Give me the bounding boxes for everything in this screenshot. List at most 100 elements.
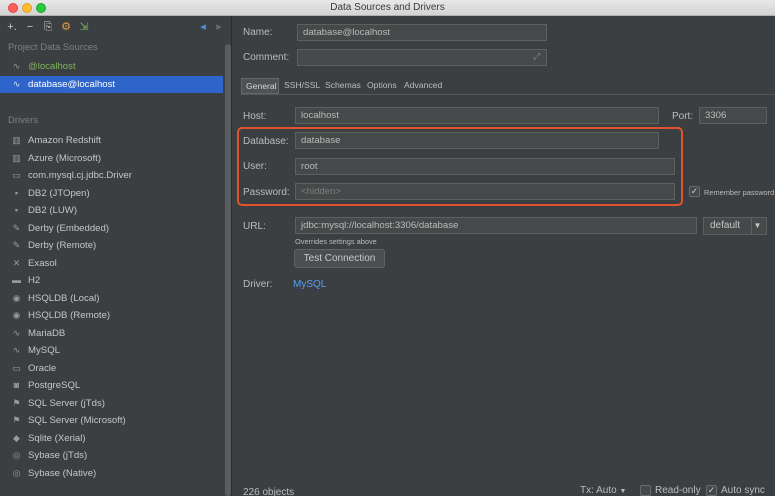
- tab-general[interactable]: General: [241, 78, 279, 94]
- driver-icon: ▪: [14, 187, 19, 198]
- driver-label: SQL Server (jTds): [28, 397, 105, 409]
- tab-advanced[interactable]: Advanced: [400, 78, 444, 94]
- driver-item[interactable]: ◉ HSQLDB (Local): [0, 290, 223, 307]
- chevron-down-icon: ▼: [751, 218, 763, 234]
- chevron-down-icon: ▼: [619, 488, 627, 495]
- port-field[interactable]: 3306: [699, 107, 767, 124]
- driver-item[interactable]: ✕ Exasol: [0, 255, 223, 272]
- read-only-label: Read-only: [655, 485, 701, 496]
- driver-label: Sybase (jTds): [28, 450, 88, 461]
- copy-icon[interactable]: ⎘: [41, 20, 55, 34]
- tab-options[interactable]: Options: [363, 78, 399, 94]
- driver-link[interactable]: MySQL: [293, 279, 326, 290]
- driver-icon: ✎: [12, 222, 21, 233]
- driver-label: SQL Server (Microsoft): [28, 415, 126, 426]
- source-label: @localhost: [28, 61, 76, 72]
- objects-count: 226 objects: [243, 487, 295, 496]
- driver-item[interactable]: ▭ com.mysql.cj.jdbc.Driver: [0, 167, 223, 184]
- driver-icon: ∿: [12, 327, 21, 338]
- url-field[interactable]: jdbc:mysql://localhost:3306/database: [295, 217, 697, 234]
- back-icon[interactable]: ◂: [196, 20, 210, 34]
- comment-label: Comment:: [243, 52, 290, 63]
- driver-icon: ▥: [12, 135, 21, 145]
- driver-item[interactable]: ◎ Sybase (Native): [0, 465, 223, 482]
- test-connection-button[interactable]: Test Connection: [294, 249, 385, 268]
- driver-item[interactable]: ◆ Sqlite (Xerial): [0, 430, 223, 447]
- footer: 226 objects Tx: Auto ▼ Read-only ✓ Auto …: [233, 478, 775, 496]
- remember-password-checkbox[interactable]: ✓: [689, 186, 700, 197]
- driver-item[interactable]: ⚑ SQL Server (Microsoft): [0, 412, 223, 429]
- driver-icon: ◙: [13, 380, 20, 390]
- driver-item[interactable]: ▥ Amazon Redshift: [0, 132, 223, 149]
- expand-icon[interactable]: ⤢: [533, 51, 540, 62]
- auto-sync-label: Auto sync: [721, 485, 765, 496]
- driver-label: Derby (Embedded): [28, 222, 110, 234]
- driver-item[interactable]: ▬ H2: [0, 272, 223, 289]
- import-icon[interactable]: ⇲: [77, 20, 91, 34]
- driver-item[interactable]: ✎ Derby (Embedded): [0, 220, 223, 237]
- driver-item[interactable]: ◉ HSQLDB (Remote): [0, 307, 223, 324]
- port-label: Port:: [672, 111, 694, 122]
- driver-icon: ▬: [12, 275, 21, 285]
- tx-mode-label: Tx: Auto: [580, 485, 617, 496]
- driver-item[interactable]: ▪ DB2 (LUW): [0, 202, 223, 219]
- driver-label: DB2 (LUW): [28, 205, 78, 216]
- driver-label: Exasol: [28, 257, 57, 269]
- url-mode-select[interactable]: default ▼: [703, 217, 767, 235]
- driver-label: HSQLDB (Local): [28, 292, 100, 304]
- driver-label: com.mysql.cj.jdbc.Driver: [28, 170, 132, 181]
- tx-mode-select[interactable]: Tx: Auto ▼: [580, 485, 626, 496]
- driver-item[interactable]: ▭ Oracle: [0, 360, 223, 377]
- name-field[interactable]: database@localhost: [297, 24, 547, 41]
- remove-icon[interactable]: −: [23, 20, 37, 34]
- add-icon[interactable]: +.: [5, 20, 19, 34]
- driver-icon: ▥: [12, 152, 21, 163]
- driver-item[interactable]: ✎ Derby (Remote): [0, 237, 223, 254]
- driver-label: Sqlite (Xerial): [28, 432, 86, 444]
- name-label: Name:: [243, 27, 273, 38]
- driver-item[interactable]: ◙ PostgreSQL: [0, 377, 223, 394]
- project-sources-header: Project Data Sources: [8, 42, 98, 53]
- host-field[interactable]: localhost: [295, 107, 659, 124]
- driver-label: DB2 (JTOpen): [28, 187, 90, 199]
- mysql-icon: ∿: [12, 79, 21, 89]
- comment-field[interactable]: [297, 49, 547, 66]
- left-toolbar: +. − ⎘ ⚙ ⇲ ◂ ▸: [0, 16, 232, 38]
- driver-label: Oracle: [28, 362, 57, 374]
- driver-item[interactable]: ∿ MariaDB: [0, 325, 223, 342]
- left-panel: +. − ⎘ ⚙ ⇲ ◂ ▸ Project Data Sources ∿ @l…: [0, 16, 232, 496]
- source-item-database-localhost[interactable]: ∿ database@localhost: [0, 76, 223, 93]
- database-field[interactable]: database: [295, 132, 659, 149]
- user-field[interactable]: root: [295, 158, 675, 175]
- driver-icon: ⚑: [12, 397, 21, 408]
- user-label: User:: [243, 161, 267, 172]
- driver-item[interactable]: ▪ DB2 (JTOpen): [0, 185, 223, 202]
- driver-item[interactable]: ◎ Sybase (jTds): [0, 447, 223, 464]
- driver-label: Sybase (Native): [28, 467, 97, 479]
- driver-item[interactable]: ∿ MySQL: [0, 342, 223, 359]
- read-only-checkbox[interactable]: [640, 485, 651, 496]
- source-label: database@localhost: [28, 79, 116, 90]
- right-panel: Name: database@localhost Comment: ⤢ Gene…: [233, 16, 775, 496]
- driver-icon: ✕: [12, 257, 21, 268]
- driver-settings-icon[interactable]: ⚙: [59, 20, 73, 34]
- url-mode-value: default: [710, 220, 741, 231]
- source-item-localhost[interactable]: ∿ @localhost: [0, 58, 223, 75]
- title-bar: Data Sources and Drivers: [0, 0, 775, 16]
- auto-sync-checkbox[interactable]: ✓: [706, 485, 717, 496]
- tab-schemas[interactable]: Schemas: [321, 78, 362, 94]
- driver-label: Amazon Redshift: [28, 135, 102, 146]
- driver-item[interactable]: ⚑ SQL Server (jTds): [0, 395, 223, 412]
- mysql-icon: ∿: [12, 61, 21, 71]
- driver-icon: ◎: [12, 450, 21, 460]
- password-field[interactable]: <hidden>: [295, 183, 675, 200]
- forward-icon[interactable]: ▸: [212, 20, 226, 34]
- tab-ssh-ssl[interactable]: SSH/SSL: [280, 78, 320, 94]
- drivers-header: Drivers: [8, 115, 39, 126]
- left-scrollbar[interactable]: [224, 44, 232, 496]
- scrollbar-thumb[interactable]: [225, 44, 231, 496]
- driver-item[interactable]: ▥ Azure (Microsoft): [0, 150, 223, 167]
- driver-icon: ✎: [12, 240, 21, 250]
- overrides-note: Overrides settings above: [295, 237, 377, 246]
- driver-label: MariaDB: [28, 327, 66, 339]
